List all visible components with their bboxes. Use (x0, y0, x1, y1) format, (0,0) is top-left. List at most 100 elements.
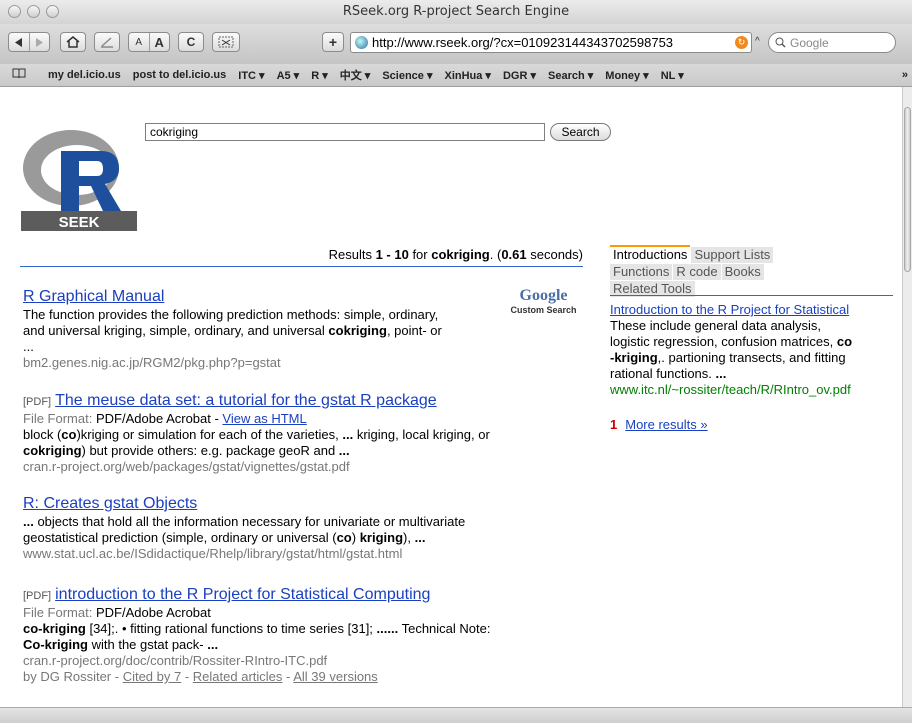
tab-functions[interactable]: Functions (610, 264, 673, 280)
bookmark-nl[interactable]: NL ▾ (661, 69, 684, 82)
home-button[interactable] (60, 32, 86, 52)
result-snippet-bold: ...... (376, 621, 399, 636)
result-snippet: )kriging or simulation for each of the v… (76, 427, 343, 442)
separator: - (282, 669, 294, 684)
tab-r-code[interactable]: R code (673, 264, 721, 280)
bookmark-itc[interactable]: ITC ▾ (238, 69, 264, 82)
sidebar-snippet-bold: co (836, 334, 853, 349)
result-snippet-bold: ... (338, 443, 350, 458)
edit-icon (101, 37, 113, 48)
result-snippet: ... (23, 339, 34, 354)
webclip-button[interactable] (212, 32, 240, 52)
result-snippet-bold: ... (414, 530, 426, 545)
rseek-logo[interactable]: SEEK (21, 123, 137, 231)
back-icon (14, 37, 22, 47)
result-title-link[interactable]: R: Creates gstat Objects (23, 495, 197, 512)
result-url: bm2.genes.nig.ac.jp/RGM2/pkg.php?p=gstat (23, 355, 281, 370)
file-format-label: File Format: (23, 605, 96, 620)
bookmark-my-delicious[interactable]: my del.icio.us (48, 69, 121, 81)
results-post: seconds) (526, 247, 583, 262)
text-bigger-button[interactable]: A (148, 33, 170, 51)
result-snippet: block ( (23, 427, 62, 442)
result-item: R: Creates gstat Objects ... objects tha… (23, 494, 598, 562)
sidebar-snippet: rational functions. (610, 366, 716, 381)
sidebar-result: Introduction to the R Project for Statis… (610, 302, 895, 398)
bookmark-chinese[interactable]: 中文 ▾ (340, 67, 371, 83)
forward-icon (36, 37, 44, 47)
reload-button[interactable]: C (178, 32, 204, 52)
result-snippet: kriging, local kriging, or (353, 427, 490, 442)
scrollbar-thumb[interactable] (904, 107, 911, 272)
history-buttons (8, 32, 50, 52)
rss-reload-icon[interactable]: ↻ (735, 36, 748, 49)
forward-button[interactable] (28, 33, 50, 51)
snapback-button[interactable] (94, 32, 120, 52)
file-format-value: PDF/Adobe Acrobat - (95, 411, 223, 426)
all-versions-link[interactable]: All 39 versions (293, 669, 378, 684)
result-snippet-bold: co (336, 530, 352, 545)
sidebar-snippet-bold: -kriging (610, 350, 658, 365)
google-search-field[interactable]: Google (768, 32, 896, 53)
home-icon (66, 36, 80, 48)
bookmark-search[interactable]: Search ▾ (548, 69, 593, 82)
result-title-link[interactable]: The meuse data set: a tutorial for the g… (55, 392, 437, 409)
file-format-value: PDF/Adobe Acrobat (95, 605, 211, 620)
result-snippet: [34];. • fitting rational functions to t… (85, 621, 377, 636)
bookmark-money[interactable]: Money ▾ (605, 69, 648, 82)
status-bar (0, 707, 912, 723)
bookmark-r[interactable]: R ▾ (311, 69, 328, 82)
address-dropdown-icon[interactable]: ^ (755, 36, 760, 47)
more-results-link[interactable]: More results » (625, 417, 707, 432)
bookmark-xinhua[interactable]: XinHua ▾ (444, 69, 490, 82)
refinement-tabs: Introductions Support Lists Functions R cod… (610, 245, 800, 298)
address-bar[interactable]: http://www.rseek.org/?cx=010923144343702… (350, 32, 752, 53)
more-results-count: 1 (610, 417, 618, 432)
result-url: www.stat.ucl.ac.be/ISdidactique/Rhelp/li… (23, 546, 403, 561)
tab-introductions[interactable]: Introductions (610, 245, 691, 263)
result-snippet: The function provides the following pred… (23, 307, 439, 322)
results-range: 1 - 10 (375, 247, 409, 262)
vertical-scrollbar[interactable] (902, 87, 912, 707)
cited-by-link[interactable]: Cited by 7 (123, 669, 182, 684)
result-item: [PDF] The meuse data set: a tutorial for … (23, 391, 598, 475)
text-smaller-button[interactable]: A (129, 33, 149, 51)
result-snippet: ), (403, 530, 415, 545)
sidebar-result-title-link[interactable]: Introduction to the R Project for Statis… (610, 302, 849, 317)
bookmarks-bar: my del.icio.us post to del.icio.us ITC ▾… (0, 64, 912, 87)
separator: - (181, 669, 193, 684)
result-url: cran.r-project.org/web/packages/gstat/vi… (23, 459, 350, 474)
pdf-tag: [PDF] (23, 590, 52, 602)
result-snippet-bold: co-kriging (23, 621, 86, 636)
view-as-html-link[interactable]: View as HTML (222, 411, 306, 426)
results-time: 0.61 (501, 247, 527, 262)
bookmark-science[interactable]: Science ▾ (382, 69, 432, 82)
result-title-link[interactable]: R Graphical Manual (23, 288, 164, 305)
result-snippet-bold: ... (23, 514, 34, 529)
result-snippet-bold: co (61, 427, 77, 442)
tab-support-lists[interactable]: Support Lists (691, 247, 774, 263)
query-input[interactable]: cokriging (145, 123, 545, 141)
back-button[interactable] (9, 33, 29, 51)
results-for: for (408, 247, 432, 262)
add-bookmark-button[interactable]: + (322, 32, 344, 52)
bookmark-dgr[interactable]: DGR ▾ (503, 69, 536, 82)
page-content: SEEK cokriging Search Results 1 - 10 for… (0, 87, 902, 707)
results-pre: Results (328, 247, 376, 262)
result-title-link[interactable]: introduction to the R Project for Statis… (55, 586, 430, 603)
bookmark-a5[interactable]: A5 ▾ (277, 69, 300, 82)
result-snippet-bold: Co-kriging (23, 637, 88, 652)
text-size-buttons: A A (128, 32, 170, 52)
result-snippet-bold: cokriging (23, 443, 82, 458)
sidebar-snippet: These include general data analysis, (610, 318, 822, 333)
bookmark-post-delicious[interactable]: post to del.icio.us (133, 69, 227, 81)
tab-books[interactable]: Books (721, 264, 764, 280)
result-snippet: geostatistical prediction (simple, ordin… (23, 530, 337, 545)
result-snippet: objects that hold all the information ne… (33, 514, 466, 529)
bookmarks-book-icon[interactable] (12, 68, 26, 82)
related-articles-link[interactable]: Related articles (193, 669, 283, 684)
bookmarks-overflow-button[interactable]: » (902, 69, 908, 81)
search-icon (775, 37, 786, 48)
address-text: http://www.rseek.org/?cx=010923144343702… (372, 35, 674, 50)
search-button[interactable]: Search (550, 123, 611, 141)
google-search-placeholder: Google (790, 35, 829, 50)
